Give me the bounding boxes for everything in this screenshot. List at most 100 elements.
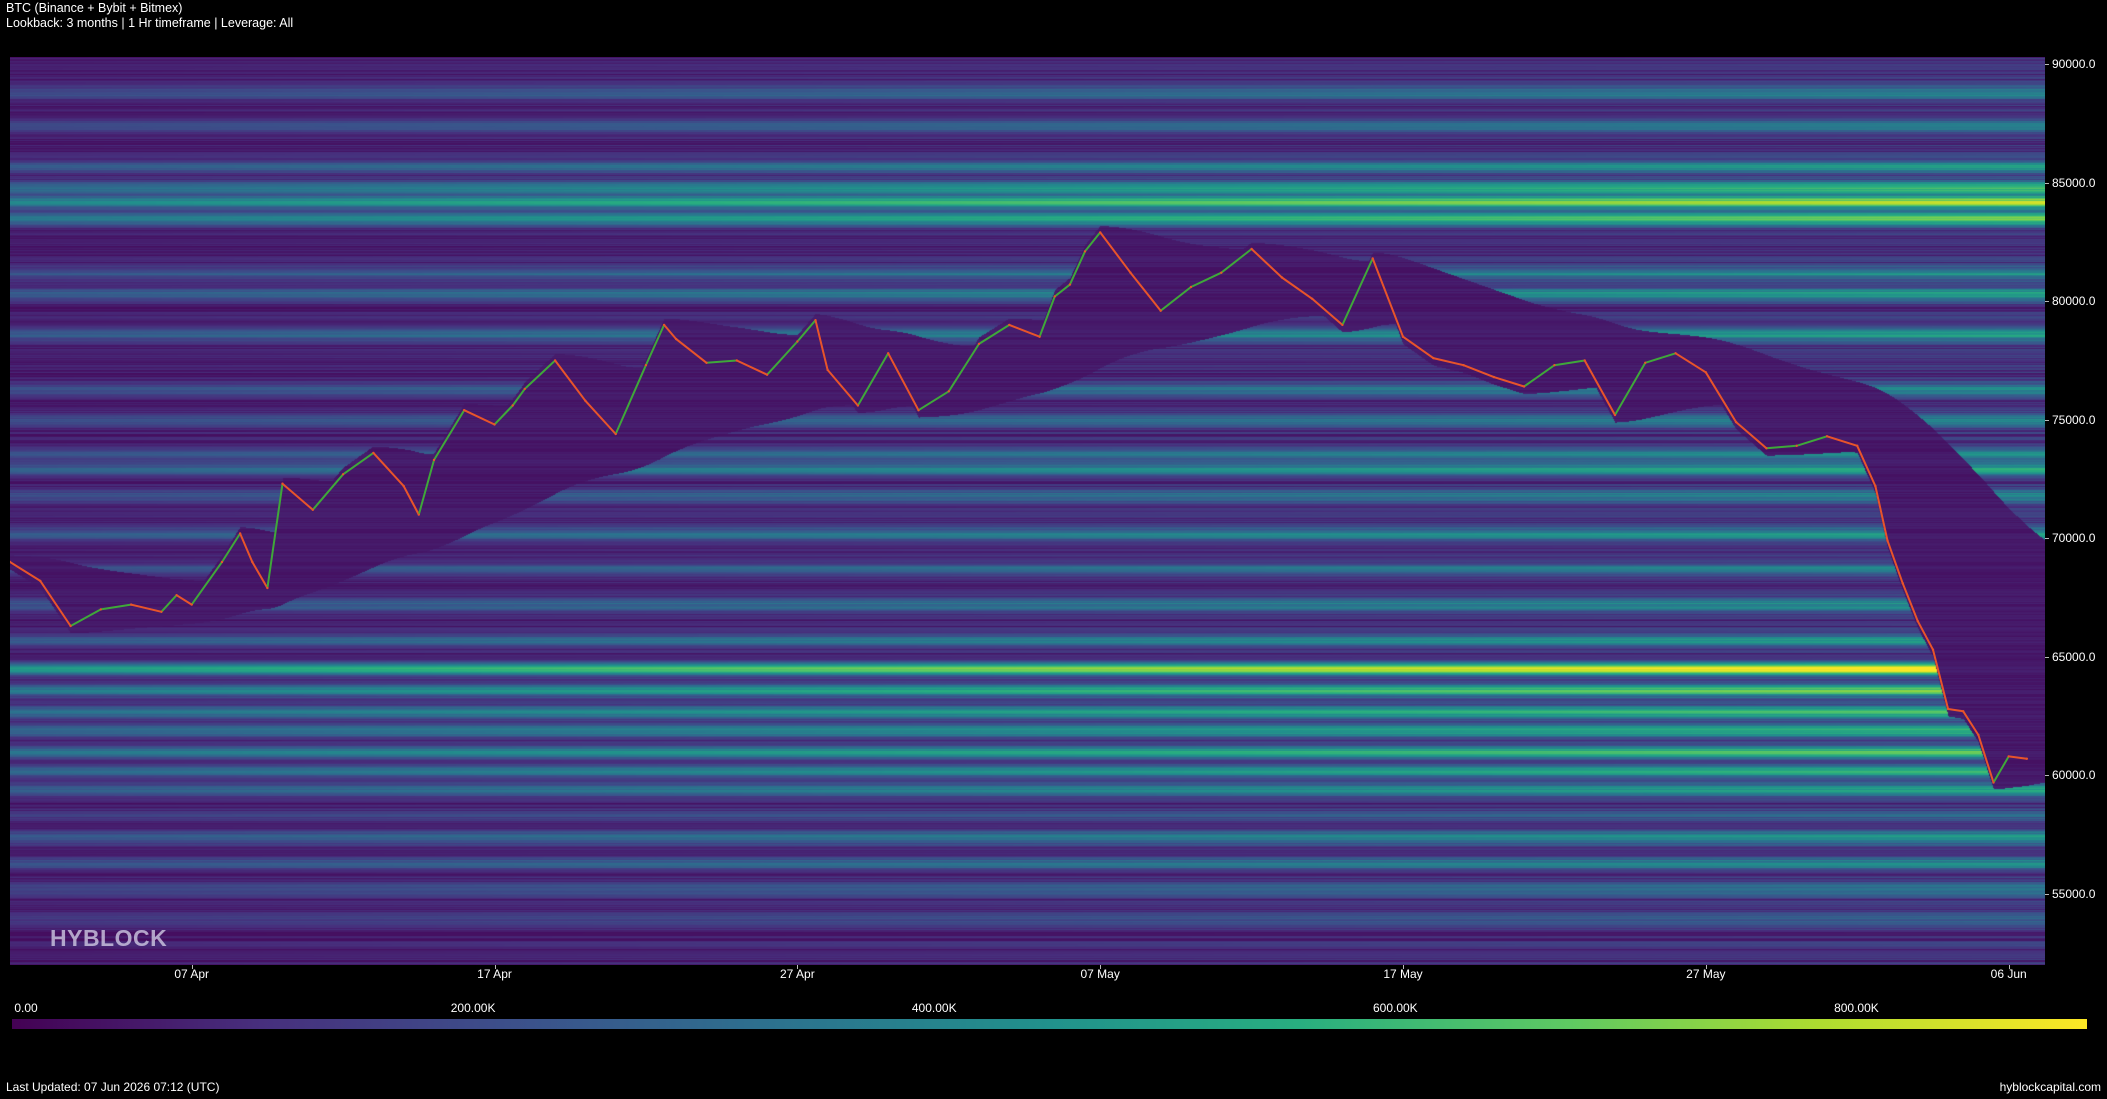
y-tick-mark [2045, 656, 2049, 658]
price-point [1008, 323, 1011, 327]
price-point [1644, 361, 1647, 364]
x-tick-label: 17 May [1383, 967, 1423, 981]
price-segment [766, 340, 799, 376]
price-segment [675, 338, 708, 364]
price-segment [1280, 276, 1314, 300]
price-point [1159, 309, 1162, 312]
price-point [1704, 371, 1708, 374]
price-segment [239, 532, 254, 563]
price-point [1280, 276, 1284, 279]
price-point [614, 432, 617, 436]
price-point [417, 513, 420, 516]
price-segment [175, 594, 193, 606]
price-segment [10, 561, 42, 582]
price-point [1553, 364, 1556, 367]
price-point [160, 610, 163, 613]
price-point [1795, 444, 1798, 447]
price-point [1129, 271, 1132, 274]
price-point [1613, 413, 1617, 417]
price-segment [1462, 364, 1495, 379]
price-segment [433, 409, 466, 461]
price-point [977, 342, 981, 346]
y-tick-label: 70000.0 [2052, 531, 2096, 546]
price-segment [1583, 359, 1616, 416]
x-tick-label: 27 Apr [779, 967, 815, 981]
x-tick-label: 07 Apr [174, 967, 210, 981]
price-point [1189, 285, 1193, 289]
price-point [1462, 364, 1465, 367]
price-segment [2007, 755, 2028, 760]
price-segment [1250, 248, 1283, 279]
y-tick-label: 55000.0 [2052, 886, 2096, 901]
price-point [311, 508, 314, 511]
price-point [1916, 620, 1920, 623]
price-point [765, 373, 769, 376]
price-segment [796, 319, 817, 343]
y-tick-label: 90000.0 [2052, 57, 2096, 72]
price-segment [1704, 371, 1738, 424]
price-point [238, 532, 242, 535]
price-segment [1553, 359, 1586, 367]
price-segment [190, 561, 223, 606]
x-tick-label: 06 Jun [1990, 967, 2027, 981]
price-segment [1614, 361, 1647, 416]
price-point [735, 359, 738, 362]
price-point [1886, 539, 1889, 542]
price-point [341, 473, 345, 476]
price-segment [523, 359, 557, 390]
price-segment [1826, 435, 1859, 447]
y-tick-mark [2045, 775, 2049, 777]
price-segment [372, 451, 405, 488]
price-segment [1644, 352, 1677, 364]
price-point [1962, 710, 1965, 713]
price-point [584, 399, 587, 402]
y-tick-mark [2045, 301, 2049, 303]
price-point [826, 368, 829, 372]
price-segment [342, 451, 375, 476]
price-point [129, 603, 133, 606]
price-segment [1977, 734, 1995, 784]
price-segment [493, 404, 514, 426]
price-segment [1874, 485, 1889, 542]
price-segment [1053, 283, 1071, 298]
price-segment [978, 323, 1011, 345]
price-segment [735, 359, 769, 376]
price-point [814, 319, 817, 322]
price-segment [1371, 257, 1404, 338]
liquidation-heatmap[interactable] [10, 57, 2045, 965]
y-tick-label: 80000.0 [2052, 294, 2096, 309]
source-link[interactable]: hyblockcapital.com [2000, 1080, 2101, 1094]
colorbar-tick-label: 400.00K [911, 1001, 957, 1015]
x-tick-label: 17 Apr [477, 967, 512, 981]
price-segment [463, 409, 496, 426]
price-segment [1962, 710, 1980, 736]
price-point [917, 409, 920, 412]
price-segment [856, 352, 890, 407]
price-segment [160, 594, 178, 613]
price-segment [1932, 648, 1950, 710]
price-point [1856, 444, 1859, 447]
price-point [1311, 297, 1314, 300]
price-segment [511, 387, 526, 407]
y-tick-mark [2045, 538, 2049, 540]
price-point [1583, 359, 1586, 362]
price-segment [1038, 295, 1056, 338]
price-point [705, 361, 708, 364]
price-segment [130, 603, 163, 613]
y-tick-label: 85000.0 [2052, 175, 2096, 190]
price-segment [826, 368, 859, 407]
price-point [1674, 352, 1677, 355]
price-segment [947, 342, 980, 393]
price-segment [887, 352, 920, 412]
price-segment [1008, 323, 1041, 338]
price-segment [1129, 271, 1162, 312]
price-segment [1674, 352, 1707, 374]
price-point [190, 603, 193, 606]
price-point [1492, 375, 1496, 379]
price-segment [1992, 755, 2010, 784]
price-segment [1735, 421, 1768, 450]
colorbar-tick-label: 0.00 [14, 1001, 38, 1015]
price-point [856, 404, 860, 407]
price-point [1734, 420, 1738, 424]
price-point [251, 560, 254, 564]
